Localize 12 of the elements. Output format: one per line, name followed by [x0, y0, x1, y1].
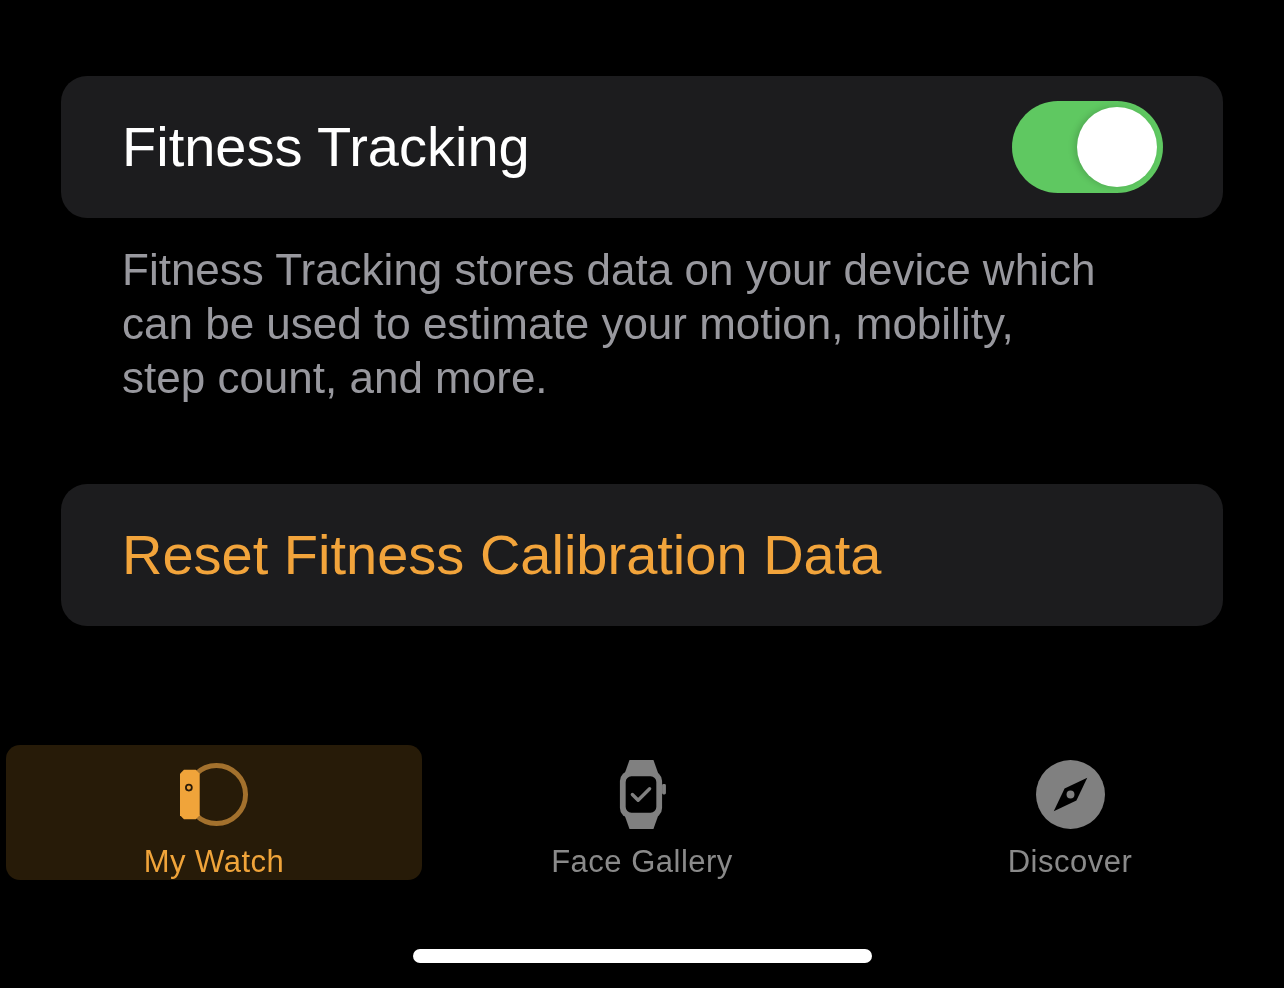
- row-label: Fitness Tracking: [122, 114, 530, 180]
- tab-item[interactable]: My Watch: [6, 745, 422, 880]
- tab-label: Face Gallery: [551, 844, 733, 880]
- footer-note: Fitness Tracking stores data on your device which can be used to estimate your motion, mobility, step count, and more.: [122, 244, 1097, 404]
- compass-icon: [1035, 760, 1105, 829]
- tab-label: My Watch: [143, 844, 285, 880]
- watch-front-icon: [618, 760, 666, 829]
- reset-calibration-button[interactable]: Reset Fitness Calibration Data: [61, 484, 1223, 626]
- tab-item[interactable]: Face Gallery: [434, 745, 850, 880]
- tab-item[interactable]: Discover: [862, 745, 1278, 880]
- tab-label: Discover: [1007, 844, 1133, 880]
- watch-side-icon: [180, 760, 248, 829]
